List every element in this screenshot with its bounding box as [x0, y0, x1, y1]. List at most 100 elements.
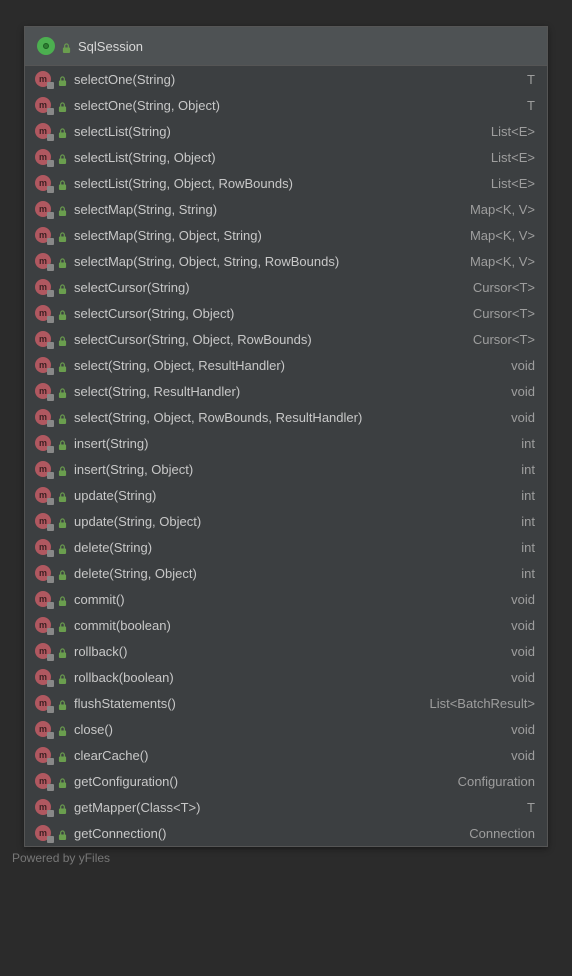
method-name: update(String, Object)	[74, 514, 514, 529]
method-row[interactable]: mrollback(boolean)void	[25, 664, 547, 690]
lock-icon	[58, 256, 67, 266]
method-icon: m	[35, 409, 51, 425]
return-type: T	[527, 800, 535, 815]
method-row[interactable]: m insert(String) int	[25, 430, 547, 456]
return-type: List<BatchResult>	[429, 696, 535, 711]
method-row[interactable]: mcommit(boolean)void	[25, 612, 547, 638]
method-icon: m	[35, 825, 51, 841]
return-type: T	[527, 72, 535, 87]
abstract-badge-icon	[47, 654, 54, 661]
lock-icon	[58, 802, 67, 812]
method-name: select(String, Object, ResultHandler)	[74, 358, 504, 373]
method-row[interactable]: mupdate(String)int	[25, 482, 547, 508]
lock-icon	[58, 438, 67, 448]
lock-icon	[58, 672, 67, 682]
abstract-badge-icon	[47, 498, 54, 505]
method-row[interactable]: mselectList(String, Object)List<E>	[25, 144, 547, 170]
method-row[interactable]: m delete(String) int	[25, 534, 547, 560]
method-row[interactable]: mselectCursor(String, Object)Cursor<T>	[25, 300, 547, 326]
lock-icon	[58, 308, 67, 318]
method-row[interactable]: mgetMapper(Class<T>)T	[25, 794, 547, 820]
abstract-badge-icon	[47, 706, 54, 713]
return-type: void	[511, 410, 535, 425]
method-row[interactable]: mgetConfiguration()Configuration	[25, 768, 547, 794]
method-name: selectList(String, Object, RowBounds)	[74, 176, 484, 191]
method-icon: m	[35, 513, 51, 529]
return-type: Map<K, V>	[470, 228, 535, 243]
method-row[interactable]: mgetConnection()Connection	[25, 820, 547, 846]
return-type: Cursor<T>	[473, 332, 535, 347]
return-type: Map<K, V>	[470, 202, 535, 217]
method-icon: m	[35, 201, 51, 217]
class-header[interactable]: SqlSession	[25, 27, 547, 66]
method-icon: m	[35, 253, 51, 269]
abstract-badge-icon	[47, 290, 54, 297]
lock-icon	[58, 152, 67, 162]
method-name: delete(String, Object)	[74, 566, 514, 581]
method-row[interactable]: mselectMap(String, String)Map<K, V>	[25, 196, 547, 222]
method-row[interactable]: mselectMap(String, Object, String)Map<K,…	[25, 222, 547, 248]
method-row[interactable]: mrollback()void	[25, 638, 547, 664]
method-row[interactable]: mselectOne(String)T	[25, 66, 547, 92]
method-row[interactable]: mselectOne(String, Object)T	[25, 92, 547, 118]
method-row[interactable]: minsert(String, Object)int	[25, 456, 547, 482]
method-name: insert(String, Object)	[74, 462, 514, 477]
method-row[interactable]: mclose()void	[25, 716, 547, 742]
return-type: int	[521, 566, 535, 581]
method-row[interactable]: mselectMap(String, Object, String, RowBo…	[25, 248, 547, 274]
lock-icon	[58, 126, 67, 136]
abstract-badge-icon	[47, 550, 54, 557]
abstract-badge-icon	[47, 784, 54, 791]
abstract-badge-icon	[47, 394, 54, 401]
method-name: insert(String)	[74, 436, 514, 451]
return-type: int	[521, 436, 535, 451]
method-row[interactable]: m selectList(String) List<E>	[25, 118, 547, 144]
method-icon: m	[35, 175, 51, 191]
interface-icon	[37, 37, 55, 55]
method-icon: m	[35, 123, 51, 139]
footer-credit: Powered by yFiles	[12, 851, 572, 865]
method-row[interactable]: mselectList(String, Object, RowBounds)Li…	[25, 170, 547, 196]
method-name: selectOne(String)	[74, 72, 520, 87]
return-type: int	[521, 540, 535, 555]
method-row[interactable]: mselectCursor(String, Object, RowBounds)…	[25, 326, 547, 352]
lock-icon	[58, 464, 67, 474]
method-name: rollback()	[74, 644, 504, 659]
method-row[interactable]: mflushStatements()List<BatchResult>	[25, 690, 547, 716]
method-icon: m	[35, 695, 51, 711]
lock-icon	[58, 334, 67, 344]
return-type: List<E>	[491, 150, 535, 165]
return-type: void	[511, 748, 535, 763]
method-row[interactable]: m clearCache() void	[25, 742, 547, 768]
method-name: delete(String)	[74, 540, 514, 555]
abstract-badge-icon	[47, 836, 54, 843]
lock-icon	[58, 542, 67, 552]
lock-icon	[58, 698, 67, 708]
method-name: clearCache()	[74, 748, 504, 763]
method-row[interactable]: mselect(String, Object, ResultHandler)vo…	[25, 352, 547, 378]
method-name: selectList(String)	[74, 124, 484, 139]
method-name: commit(boolean)	[74, 618, 504, 633]
method-icon: m	[35, 435, 51, 451]
abstract-badge-icon	[47, 680, 54, 687]
return-type: List<E>	[491, 124, 535, 139]
method-icon: m	[35, 383, 51, 399]
abstract-badge-icon	[47, 82, 54, 89]
method-icon: m	[35, 721, 51, 737]
lock-icon	[58, 74, 67, 84]
method-icon: m	[35, 539, 51, 555]
method-row[interactable]: mselect(String, Object, RowBounds, Resul…	[25, 404, 547, 430]
method-row[interactable]: mselectCursor(String)Cursor<T>	[25, 274, 547, 300]
lock-icon	[58, 204, 67, 214]
method-icon: m	[35, 747, 51, 763]
abstract-badge-icon	[47, 342, 54, 349]
method-name: selectCursor(String)	[74, 280, 466, 295]
lock-icon	[58, 724, 67, 734]
return-type: Connection	[469, 826, 535, 841]
method-row[interactable]: mselect(String, ResultHandler)void	[25, 378, 547, 404]
method-row[interactable]: mdelete(String, Object)int	[25, 560, 547, 586]
method-row[interactable]: mupdate(String, Object)int	[25, 508, 547, 534]
method-row[interactable]: mcommit()void	[25, 586, 547, 612]
abstract-badge-icon	[47, 108, 54, 115]
method-icon: m	[35, 643, 51, 659]
